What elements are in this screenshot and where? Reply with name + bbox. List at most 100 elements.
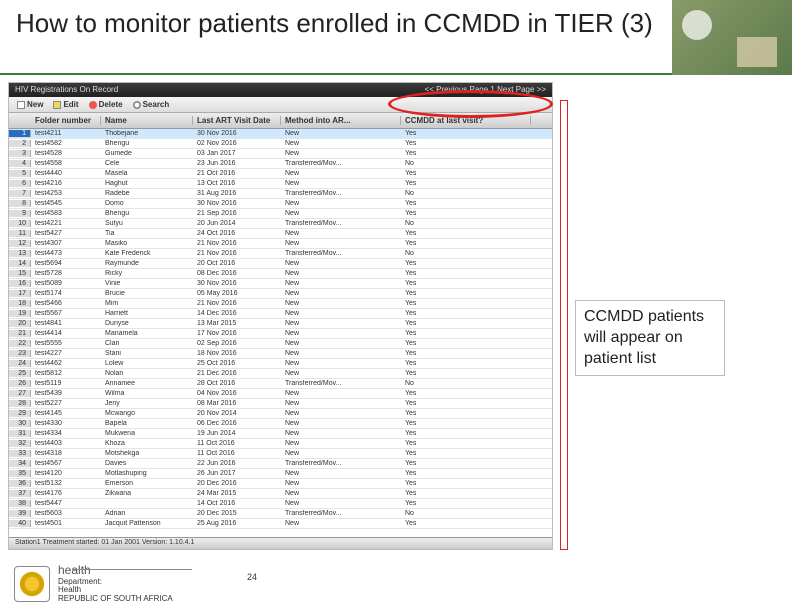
new-button[interactable]: New bbox=[13, 99, 47, 110]
cell: Masiko bbox=[101, 240, 193, 247]
cell: Yes bbox=[401, 300, 531, 307]
cell: test4253 bbox=[31, 190, 101, 197]
table-row[interactable]: 35test4120Motlashuping26 Jun 2017NewYes bbox=[9, 469, 552, 479]
table-row[interactable]: 39test5603Adrian20 Dec 2015Transferred/M… bbox=[9, 509, 552, 519]
search-button[interactable]: Search bbox=[129, 99, 174, 110]
cell: Motshekga bbox=[101, 450, 193, 457]
cell: test4221 bbox=[31, 220, 101, 227]
table-row[interactable]: 1test4211Thobejane30 Nov 2016NewYes bbox=[9, 129, 552, 139]
cell: New bbox=[281, 180, 401, 187]
cell: Yes bbox=[401, 240, 531, 247]
cell: New bbox=[281, 300, 401, 307]
table-row[interactable]: 23test4227Stani18 Nov 2016NewYes bbox=[9, 349, 552, 359]
table-row[interactable]: 4test4558Cele23 Jun 2016Transferred/Mov.… bbox=[9, 159, 552, 169]
col-ccmdd[interactable]: CCMDD at last visit? bbox=[401, 116, 531, 125]
cell: No bbox=[401, 160, 531, 167]
cell: Yes bbox=[401, 370, 531, 377]
footer: health Department: Health REPUBLIC OF SO… bbox=[0, 558, 792, 612]
table-row[interactable]: 26test5119Annamee28 Oct 2016Transferred/… bbox=[9, 379, 552, 389]
cell: 26 bbox=[9, 380, 31, 387]
table-row[interactable]: 17test5174Brucie05 May 2016NewYes bbox=[9, 289, 552, 299]
table-row[interactable]: 24test4462Lolew25 Oct 2016NewYes bbox=[9, 359, 552, 369]
cell: New bbox=[281, 400, 401, 407]
cell: test4583 bbox=[31, 210, 101, 217]
cell: Yes bbox=[401, 320, 531, 327]
cell: Radebe bbox=[101, 190, 193, 197]
cell: 21 Nov 2016 bbox=[193, 240, 281, 247]
table-row[interactable]: 20test4841Dunyse13 Mar 2015NewYes bbox=[9, 319, 552, 329]
pager[interactable]: << Previous Page 1 Next Page >> bbox=[425, 85, 546, 95]
cell: 20 Oct 2016 bbox=[193, 260, 281, 267]
table-row[interactable]: 13test4473Kate Frederick21 Nov 2016Trans… bbox=[9, 249, 552, 259]
search-icon bbox=[133, 101, 141, 109]
cell: New bbox=[281, 320, 401, 327]
table-row[interactable]: 7test4253Radebe31 Aug 2016Transferred/Mo… bbox=[9, 189, 552, 199]
header-photo bbox=[672, 0, 792, 75]
tier-screenshot: HIV Registrations On Record << Previous … bbox=[8, 82, 553, 550]
cell: Transferred/Mov... bbox=[281, 250, 401, 257]
table-row[interactable]: 11test5427Tia24 Oct 2016NewYes bbox=[9, 229, 552, 239]
table-row[interactable]: 22test5555Clari02 Sep 2016NewYes bbox=[9, 339, 552, 349]
cell: 23 bbox=[9, 350, 31, 357]
cell: 32 bbox=[9, 440, 31, 447]
status-bar: Station1 Treatment started: 01 Jan 2001 … bbox=[9, 537, 552, 549]
table-row[interactable]: 5test4440Masela21 Oct 2016NewYes bbox=[9, 169, 552, 179]
col-folder[interactable]: Folder number bbox=[31, 116, 101, 125]
col-date[interactable]: Last ART Visit Date bbox=[193, 116, 281, 125]
table-row[interactable]: 14test5694Raymunde20 Oct 2016NewYes bbox=[9, 259, 552, 269]
cell: 30 Nov 2016 bbox=[193, 200, 281, 207]
cell: New bbox=[281, 410, 401, 417]
table-row[interactable]: 28test5227Jeny08 Mar 2016NewYes bbox=[9, 399, 552, 409]
table-row[interactable]: 9test4583Bhengu21 Sep 2016NewYes bbox=[9, 209, 552, 219]
cell: Transferred/Mov... bbox=[281, 510, 401, 517]
table-row[interactable]: 38test544714 Oct 2016NewYes bbox=[9, 499, 552, 509]
table-row[interactable]: 18test5466Mim21 Nov 2016NewYes bbox=[9, 299, 552, 309]
table-row[interactable]: 32test4403Khoza11 Oct 2016NewYes bbox=[9, 439, 552, 449]
cell: Sutyu bbox=[101, 220, 193, 227]
edit-button[interactable]: Edit bbox=[49, 99, 82, 110]
cell: 8 bbox=[9, 200, 31, 207]
table-row[interactable]: 10test4221Sutyu20 Jun 2014Transferred/Mo… bbox=[9, 219, 552, 229]
cell: Yes bbox=[401, 210, 531, 217]
table-row[interactable]: 37test4176Zikwana24 Mar 2015NewYes bbox=[9, 489, 552, 499]
cell: Yes bbox=[401, 330, 531, 337]
table-row[interactable]: 34test4567Davies22 Jun 2016Transferred/M… bbox=[9, 459, 552, 469]
table-row[interactable]: 25test5812Nolan21 Dec 2016NewYes bbox=[9, 369, 552, 379]
table-row[interactable]: 8test4545Domo30 Nov 2016NewYes bbox=[9, 199, 552, 209]
cell: Yes bbox=[401, 420, 531, 427]
cell: 7 bbox=[9, 190, 31, 197]
cell: Ricky bbox=[101, 270, 193, 277]
cell: 24 bbox=[9, 360, 31, 367]
table-body[interactable]: 1test4211Thobejane30 Nov 2016NewYes2test… bbox=[9, 129, 552, 537]
table-row[interactable]: 33test4318Motshekga11 Oct 2016NewYes bbox=[9, 449, 552, 459]
cell: test4403 bbox=[31, 440, 101, 447]
cell: Yes bbox=[401, 150, 531, 157]
table-row[interactable]: 40test4501Jacquit Pattenson25 Aug 2016Ne… bbox=[9, 519, 552, 529]
table-row[interactable]: 2test4582Bhengu02 Nov 2016NewYes bbox=[9, 139, 552, 149]
delete-button[interactable]: Delete bbox=[85, 99, 127, 110]
col-method[interactable]: Method into AR... bbox=[281, 116, 401, 125]
table-row[interactable]: 27test5439Wilma04 Nov 2016NewYes bbox=[9, 389, 552, 399]
table-row[interactable]: 30test4330Bapela06 Dec 2016NewYes bbox=[9, 419, 552, 429]
cell: test5439 bbox=[31, 390, 101, 397]
cell: Yes bbox=[401, 430, 531, 437]
table-row[interactable]: 31test4334Mukwena19 Jun 2014NewYes bbox=[9, 429, 552, 439]
table-row[interactable]: 29test4145Mcwango20 Nov 2014NewYes bbox=[9, 409, 552, 419]
cell: 37 bbox=[9, 490, 31, 497]
table-row[interactable]: 19test5567Harriett14 Dec 2016NewYes bbox=[9, 309, 552, 319]
table-row[interactable]: 12test4307Masiko21 Nov 2016NewYes bbox=[9, 239, 552, 249]
table-row[interactable]: 3test4528Gumede03 Jan 2017NewYes bbox=[9, 149, 552, 159]
table-row[interactable]: 36test5132Emerson20 Dec 2016NewYes bbox=[9, 479, 552, 489]
cell: Yes bbox=[401, 460, 531, 467]
col-name[interactable]: Name bbox=[101, 116, 193, 125]
table-row[interactable]: 6test4216Haghut13 Oct 2016NewYes bbox=[9, 179, 552, 189]
table-row[interactable]: 21test4414Manamela17 Nov 2016NewYes bbox=[9, 329, 552, 339]
cell: New bbox=[281, 430, 401, 437]
toolbar: New Edit Delete Search bbox=[9, 97, 552, 113]
cell: Domo bbox=[101, 200, 193, 207]
table-row[interactable]: 15test5728Ricky08 Dec 2016NewYes bbox=[9, 269, 552, 279]
cell: Yes bbox=[401, 280, 531, 287]
cell: 18 Nov 2016 bbox=[193, 350, 281, 357]
cell: 13 Oct 2016 bbox=[193, 180, 281, 187]
table-row[interactable]: 16test5089Vinie30 Nov 2016NewYes bbox=[9, 279, 552, 289]
